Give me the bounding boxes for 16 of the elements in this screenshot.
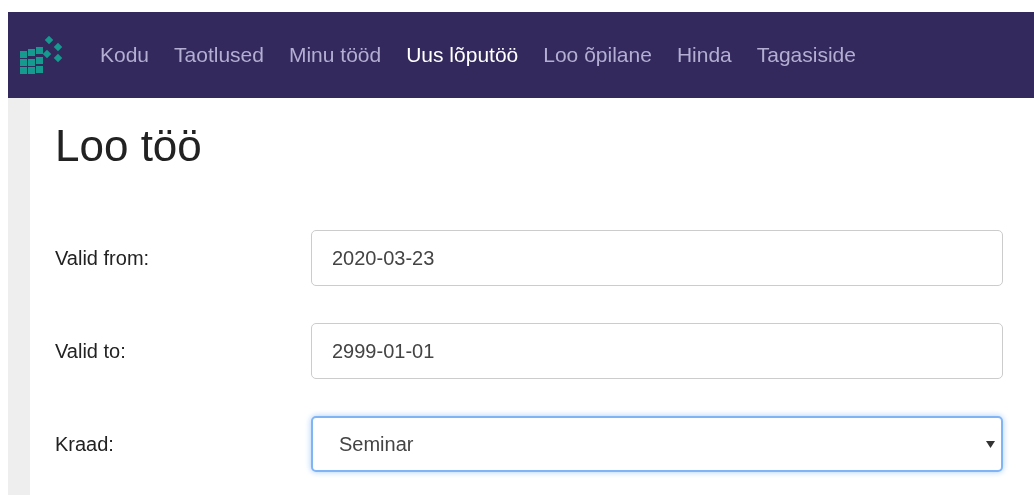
field-label: Kraad: xyxy=(55,432,115,457)
date-field[interactable]: 2999-01-01 xyxy=(311,323,1003,379)
nav-link[interactable]: Taotlused xyxy=(174,39,264,71)
date-field[interactable]: 2020-03-23 xyxy=(311,230,1003,286)
nav-link[interactable]: Uus lõputöö xyxy=(406,39,519,71)
field-label: Valid to: xyxy=(55,339,127,364)
nav-link[interactable]: Tagasiside xyxy=(756,39,856,71)
nav-link[interactable]: Kodu xyxy=(100,39,150,71)
nav-link[interactable]: Minu tööd xyxy=(288,39,382,71)
degree-dropdown[interactable]: Seminar xyxy=(311,416,1003,472)
caret-down-icon xyxy=(986,440,995,448)
cube-logo-icon[interactable] xyxy=(18,33,64,77)
page-title: Loo töö xyxy=(55,124,203,168)
field-label: Valid from: xyxy=(55,246,151,271)
nav-link[interactable]: Hinda xyxy=(676,39,732,71)
nav-link[interactable]: Loo õpilane xyxy=(543,39,652,71)
